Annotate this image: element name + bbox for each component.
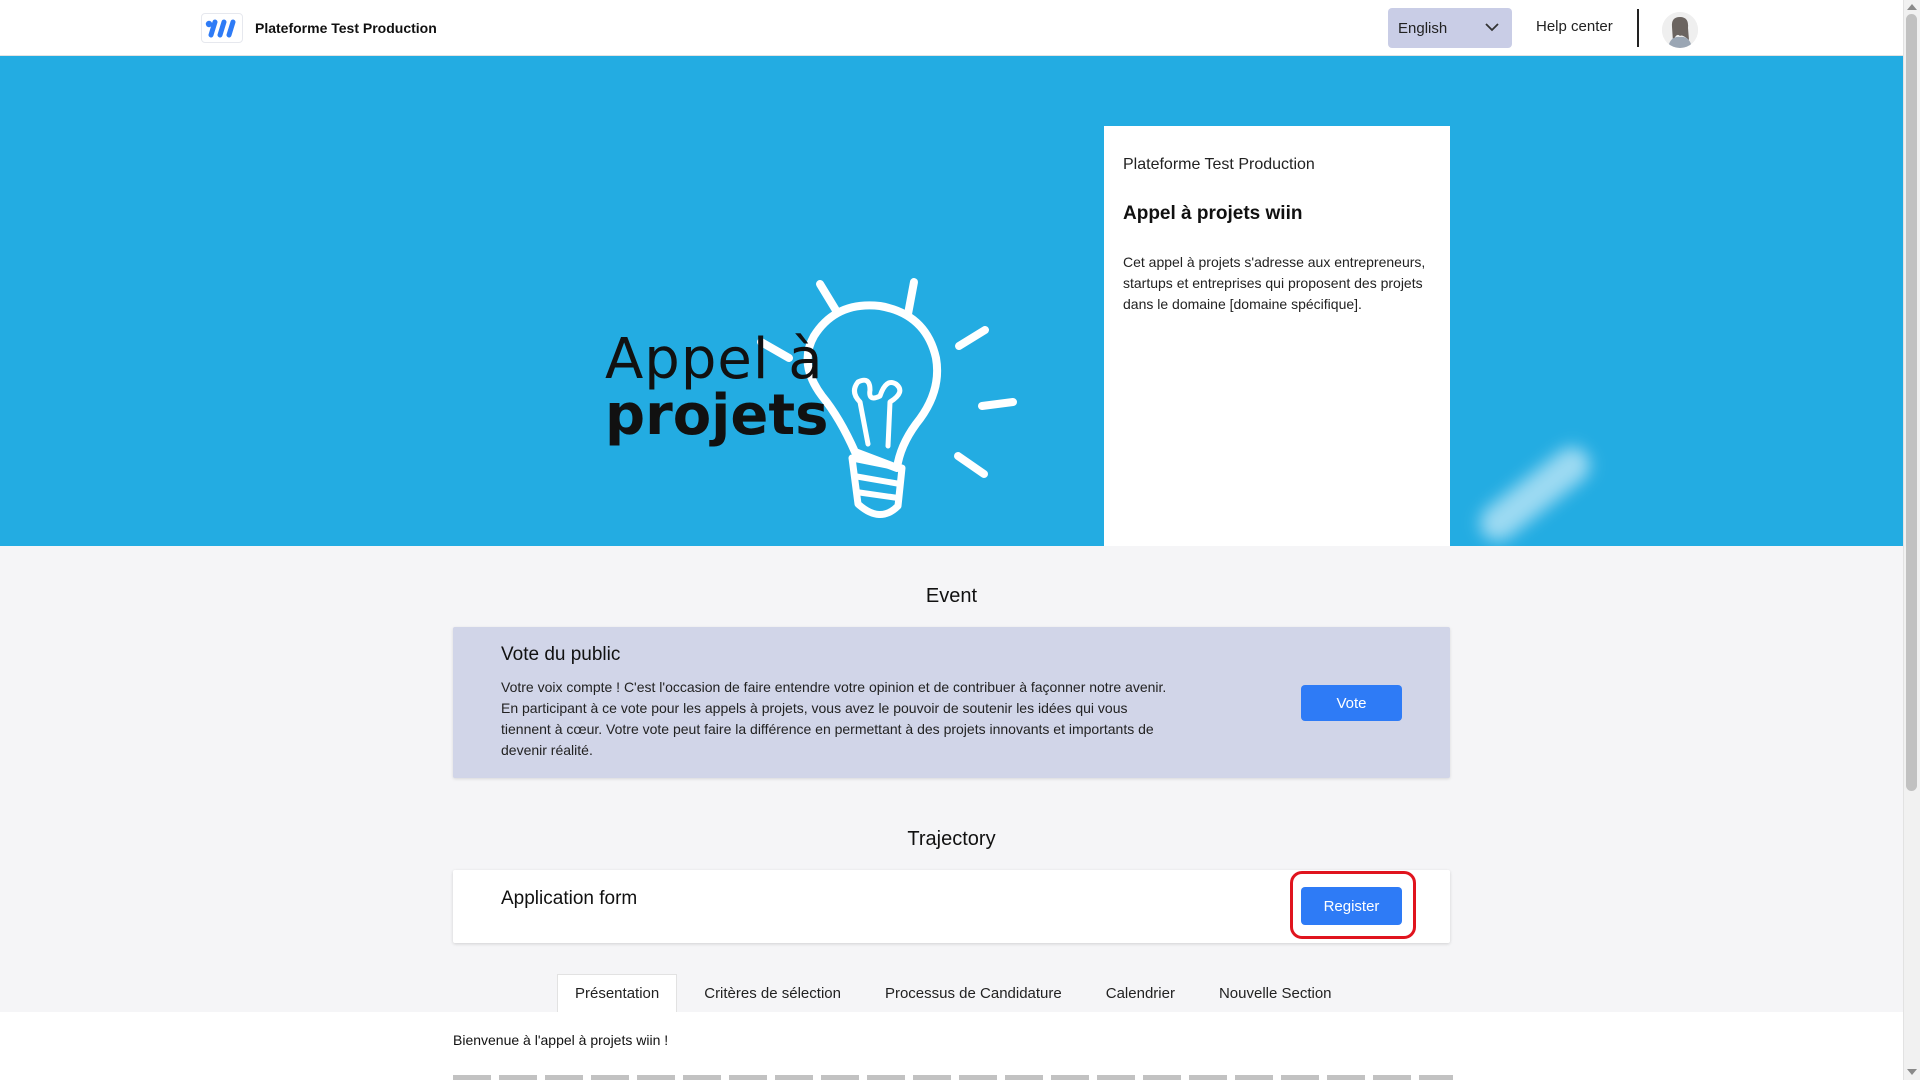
section-tabs: Présentation Critères de sélection Proce… [557, 974, 1359, 1012]
brand[interactable]: Plateforme Test Production [201, 13, 437, 43]
image-glare [1472, 439, 1598, 546]
application-form-title: Application form [501, 888, 638, 909]
program-title: Appel à projets wiin [1123, 203, 1303, 224]
hero-image-line1: Appel à [605, 327, 824, 392]
language-select-value: English [1398, 19, 1448, 37]
register-button[interactable]: Register [1301, 887, 1402, 925]
brand-name: Plateforme Test Production [255, 20, 437, 36]
program-organization: Plateforme Test Production [1123, 156, 1315, 173]
scrollbar-thumb[interactable] [1906, 14, 1917, 791]
truncated-text-line [453, 1075, 1453, 1080]
header-divider [1637, 9, 1639, 47]
tab-nouvelle-section[interactable]: Nouvelle Section [1202, 974, 1349, 1012]
application-form-card: Application form Register [453, 870, 1450, 943]
vote-button[interactable]: Vote [1301, 685, 1402, 721]
top-navbar: Plateforme Test Production English Help … [0, 0, 1903, 56]
event-title: Vote du public [501, 644, 621, 665]
brand-logo-icon [201, 13, 243, 43]
trajectory-heading: Trajectory [907, 828, 996, 850]
hero-image-line2: projets [605, 383, 829, 448]
tab-criteres-selection[interactable]: Critères de sélection [687, 974, 858, 1012]
tab-panel: Bienvenue à l'appel à projets wiin ! [0, 1012, 1903, 1080]
tab-presentation[interactable]: Présentation [557, 974, 678, 1012]
language-select[interactable]: English [1388, 8, 1512, 48]
program-description: Cet appel à projets s'adresse aux entrep… [1123, 254, 1426, 312]
help-center-link[interactable]: Help center [1536, 18, 1613, 35]
program-info-card: Plateforme Test Production Appel à proje… [1104, 126, 1450, 546]
event-heading: Event [925, 585, 978, 607]
scroll-down-icon[interactable] [1907, 1069, 1917, 1075]
tab-calendrier[interactable]: Calendrier [1089, 974, 1192, 1012]
scroll-up-icon[interactable] [1907, 4, 1917, 10]
avatar-icon [1662, 12, 1698, 48]
hero-banner: Appel à projets [0, 56, 1903, 546]
event-description: Votre voix compte ! C'est l'occasion de … [501, 679, 1167, 758]
tab-intro-text: Bienvenue à l'appel à projets wiin ! [453, 1032, 669, 1048]
hero-image-title: Appel à projets [605, 332, 828, 444]
event-card: Vote du public Votre voix compte ! C'est… [453, 627, 1450, 778]
chevron-down-icon [1485, 23, 1499, 32]
tab-processus-candidature[interactable]: Processus de Candidature [868, 974, 1079, 1012]
user-avatar[interactable] [1662, 12, 1698, 48]
